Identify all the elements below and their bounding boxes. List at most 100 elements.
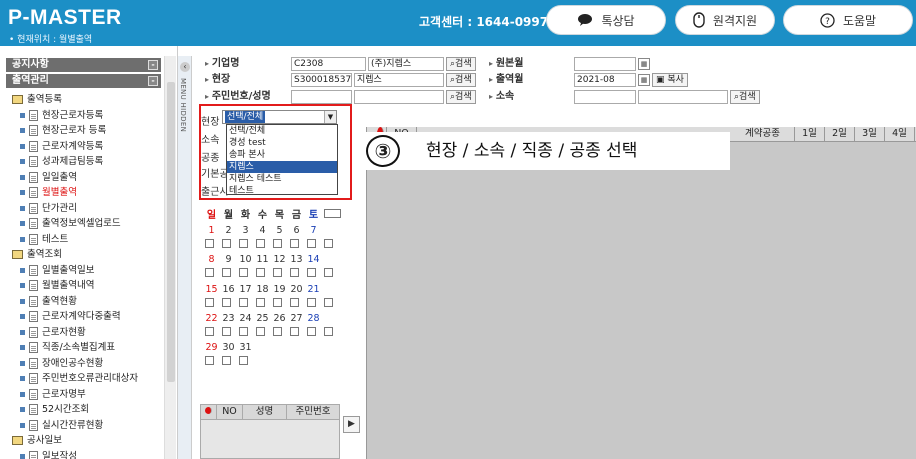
help-icon: ? (820, 12, 835, 28)
calendar-icon[interactable]: ▦ (638, 74, 650, 86)
day-checkbox[interactable] (205, 239, 214, 248)
day-checkbox[interactable] (307, 298, 316, 307)
toggle-icon[interactable]: - (148, 76, 158, 86)
day-checkbox[interactable] (222, 298, 231, 307)
sidebar-section-notice[interactable]: 공지사항 - (6, 58, 161, 72)
sidebar-item[interactable]: 일일출역 (20, 170, 77, 185)
calendar-week: 22 23 24 25 26 27 28 (203, 313, 322, 324)
scroll-thumb[interactable] (167, 82, 175, 382)
sidebar-group[interactable]: 출역등록 (12, 92, 62, 107)
sidebar-scrollbar[interactable] (164, 56, 176, 459)
site-code-input[interactable]: S300018537 (291, 73, 352, 87)
calendar-week: 8 9 10 11 12 13 14 (203, 254, 322, 265)
resident-name-input[interactable] (354, 90, 444, 104)
sidebar-item[interactable]: 근로자계약등록 (20, 139, 103, 154)
grid-header-no: NO (217, 405, 243, 419)
day-checkbox[interactable] (222, 268, 231, 277)
company-search-button[interactable]: ⌕검색 (446, 57, 476, 71)
day-checkbox[interactable] (256, 268, 265, 277)
sidebar-item[interactable]: 테스트 (20, 232, 68, 247)
sidebar-item[interactable]: 주민번호오류관리대상자 (20, 371, 138, 386)
day-checkbox[interactable] (239, 327, 248, 336)
affiliation-name-input[interactable] (638, 90, 728, 104)
day-checkbox[interactable] (324, 327, 333, 336)
sidebar-item[interactable]: 일보작성 (20, 449, 77, 459)
sidebar-group[interactable]: 출역조회 (12, 247, 62, 262)
sidebar-item[interactable]: 직종/소속별집계표 (20, 340, 115, 355)
day-checkbox[interactable] (239, 356, 248, 365)
day-checkbox[interactable] (324, 239, 333, 248)
day-checkbox[interactable] (273, 327, 282, 336)
remote-support-label: 원격지원 (712, 13, 758, 28)
day-checkbox[interactable] (290, 239, 299, 248)
site-name-input[interactable]: 지렙스 (354, 73, 444, 87)
sidebar-item[interactable]: 52시간조회 (20, 402, 89, 417)
company-name-input[interactable]: (주)지렙스 (368, 57, 444, 71)
sidebar-item[interactable]: 근로자현황 (20, 325, 86, 340)
day-checkbox[interactable] (222, 327, 231, 336)
menu-hidden-strip[interactable]: ‹ MENU HIDDEN (178, 56, 192, 459)
company-code-input[interactable]: C2308 (291, 57, 366, 71)
day-checkbox[interactable] (256, 298, 265, 307)
day-checkbox[interactable] (290, 298, 299, 307)
sidebar-item[interactable]: 실시간잔류현황 (20, 418, 103, 433)
sidebar-item-label: 근로자명부 (42, 388, 86, 400)
sidebar-item[interactable]: 월별출역 (20, 185, 77, 200)
day-checkbox[interactable] (290, 268, 299, 277)
day-checkbox[interactable] (307, 239, 316, 248)
site-search-button[interactable]: ⌕검색 (446, 73, 476, 87)
sidebar-item[interactable]: 출역현황 (20, 294, 77, 309)
day-checkbox[interactable] (205, 298, 214, 307)
day-checkbox[interactable] (222, 356, 231, 365)
toggle-icon[interactable]: - (148, 60, 158, 70)
help-button[interactable]: ? 도움말 (783, 5, 913, 35)
day-checkbox[interactable] (256, 239, 265, 248)
sidebar-group[interactable]: 공사일보 (12, 433, 62, 448)
day-checkbox[interactable] (307, 327, 316, 336)
calendar-icon[interactable]: ▦ (638, 58, 650, 70)
select-all-checkbox[interactable] (324, 209, 341, 218)
chat-button-label: 톡상담 (601, 13, 635, 28)
day-checkbox[interactable] (239, 268, 248, 277)
affiliation-code-input[interactable] (574, 90, 636, 104)
day-checkbox[interactable] (273, 268, 282, 277)
sidebar-item-label: 월별출역 (42, 187, 77, 198)
day-checkbox[interactable] (239, 298, 248, 307)
sidebar-item[interactable]: 단가관리 (20, 201, 77, 216)
sidebar-item[interactable]: 일별출역일보 (20, 263, 94, 278)
affiliation-search-button[interactable]: ⌕검색 (730, 90, 760, 104)
calendar-day: 20 (290, 284, 303, 295)
resident-number-input[interactable] (291, 90, 352, 104)
sidebar-item[interactable]: 장애인공수현황 (20, 356, 103, 371)
day-checkbox[interactable] (256, 327, 265, 336)
day-checkbox[interactable] (205, 268, 214, 277)
origin-month-input[interactable] (574, 57, 636, 71)
day-checkbox[interactable] (222, 239, 231, 248)
day-checkbox[interactable] (205, 327, 214, 336)
move-right-button[interactable]: ▶ (343, 416, 360, 433)
sidebar-item[interactable]: 근로자명부 (20, 387, 86, 402)
copy-button[interactable]: ▣ 복사 (652, 73, 688, 87)
sidebar-item[interactable]: 현장근로자등록 (20, 108, 103, 123)
grid-header-resident: 주민번호 (295, 406, 331, 417)
resident-search-button[interactable]: ⌕검색 (446, 90, 476, 104)
collapse-arrow-icon[interactable]: ‹ (180, 62, 190, 72)
sidebar-item[interactable]: 성과제급팀등록 (20, 154, 103, 169)
day-checkbox[interactable] (205, 356, 214, 365)
sidebar-item[interactable]: 출역정보엑셀업로드 (20, 216, 121, 231)
sidebar-section-attendance[interactable]: 출역관리 - (6, 74, 161, 88)
chat-button[interactable]: 톡상담 (546, 5, 666, 35)
sidebar-item[interactable]: 근로자계약다중출력 (20, 309, 121, 324)
calendar-day: 6 (293, 225, 300, 236)
sidebar-item[interactable]: 현장근로자 등록 (20, 123, 106, 138)
day-checkbox[interactable] (324, 298, 333, 307)
day-checkbox[interactable] (239, 239, 248, 248)
day-checkbox[interactable] (273, 298, 282, 307)
day-checkbox[interactable] (307, 268, 316, 277)
day-checkbox[interactable] (273, 239, 282, 248)
remote-support-button[interactable]: 원격지원 (675, 5, 775, 35)
sidebar-item[interactable]: 월별출역내역 (20, 278, 94, 293)
day-checkbox[interactable] (290, 327, 299, 336)
attendance-month-input[interactable]: 2021-08 (574, 73, 636, 87)
day-checkbox[interactable] (324, 268, 333, 277)
